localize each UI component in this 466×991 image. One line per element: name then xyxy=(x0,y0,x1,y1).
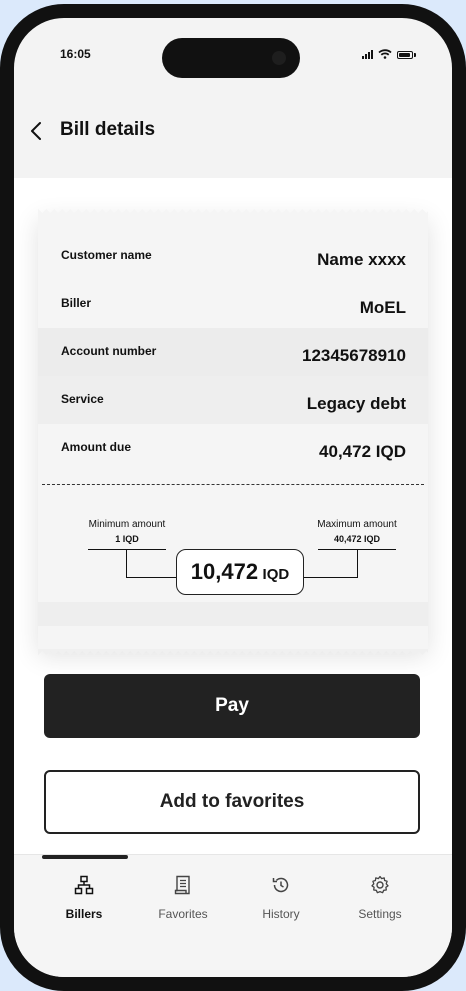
maximum-amount-value: 40,472 IQD xyxy=(333,534,381,544)
dashed-divider xyxy=(42,484,424,485)
tab-label: Settings xyxy=(358,907,402,921)
header: Bill details xyxy=(14,100,452,178)
amount-input[interactable]: 10,472 IQD xyxy=(176,549,304,595)
tab-history[interactable]: History xyxy=(233,875,329,921)
row-service: Service Legacy debt xyxy=(38,376,428,424)
tab-label: Favorites xyxy=(158,907,208,921)
tab-bar: Billers Favorites History Settings xyxy=(14,854,452,977)
amount-value: 10,472 xyxy=(190,559,259,584)
row-value: 40,472 IQD xyxy=(319,442,406,461)
row-label: Account number xyxy=(61,344,157,358)
status-icons xyxy=(362,49,416,59)
active-tab-indicator xyxy=(42,855,128,859)
row-label: Service xyxy=(61,392,104,406)
tab-settings[interactable]: Settings xyxy=(332,875,428,921)
row-amount-due: Amount due 40,472 IQD xyxy=(38,424,428,472)
page-title: Bill details xyxy=(60,119,156,140)
tab-favorites[interactable]: Favorites xyxy=(135,875,231,921)
row-label: Biller xyxy=(61,296,92,310)
row-label: Customer name xyxy=(61,248,152,262)
row-biller: Biller MoEL xyxy=(38,280,428,328)
row-account-number: Account number 12345678910 xyxy=(38,328,428,376)
max-bracket-connector xyxy=(304,549,358,578)
amount-currency: IQD xyxy=(262,566,290,583)
history-icon xyxy=(272,877,289,893)
sitemap-icon xyxy=(74,875,94,895)
battery-cap xyxy=(414,53,416,57)
add-to-favorites-button[interactable]: Add to favorites xyxy=(44,770,420,834)
receipt-icon xyxy=(174,875,190,895)
row-value: Name xxxx xyxy=(317,250,406,269)
pay-button[interactable]: Pay xyxy=(44,674,420,738)
row-value: MoEL xyxy=(359,298,406,317)
receipt-edge-bottom xyxy=(38,649,428,655)
minimum-amount-value: 1 IQD xyxy=(115,534,139,544)
battery-icon xyxy=(397,51,413,59)
tab-label: History xyxy=(262,907,300,921)
receipt-edge-top xyxy=(38,209,428,215)
bill-receipt: Customer name Name xxxx Biller MoEL Acco… xyxy=(38,209,428,655)
back-arrow-icon[interactable] xyxy=(26,120,48,142)
phone-frame: 16:05 Bill details Customer name Name xx… xyxy=(0,4,466,991)
row-value: 12345678910 xyxy=(301,346,406,365)
maximum-amount-label: Maximum amount xyxy=(317,519,397,530)
app-screen: 16:05 Bill details Customer name Name xx… xyxy=(14,18,452,977)
tab-billers[interactable]: Billers xyxy=(36,875,132,921)
dynamic-island xyxy=(162,38,300,78)
row-label: Amount due xyxy=(61,440,131,454)
gear-icon xyxy=(371,875,389,894)
minimum-amount-label: Minimum amount xyxy=(88,519,166,530)
tab-label: Billers xyxy=(65,907,103,921)
row-customer-name: Customer name Name xxxx xyxy=(38,232,428,280)
wifi-icon xyxy=(378,49,392,59)
min-bracket-connector xyxy=(126,549,177,578)
row-value: Legacy debt xyxy=(306,394,406,413)
camera-icon xyxy=(272,51,286,65)
receipt-footer-band xyxy=(38,602,428,626)
status-time: 16:05 xyxy=(60,47,91,61)
signal-icon xyxy=(362,50,373,59)
